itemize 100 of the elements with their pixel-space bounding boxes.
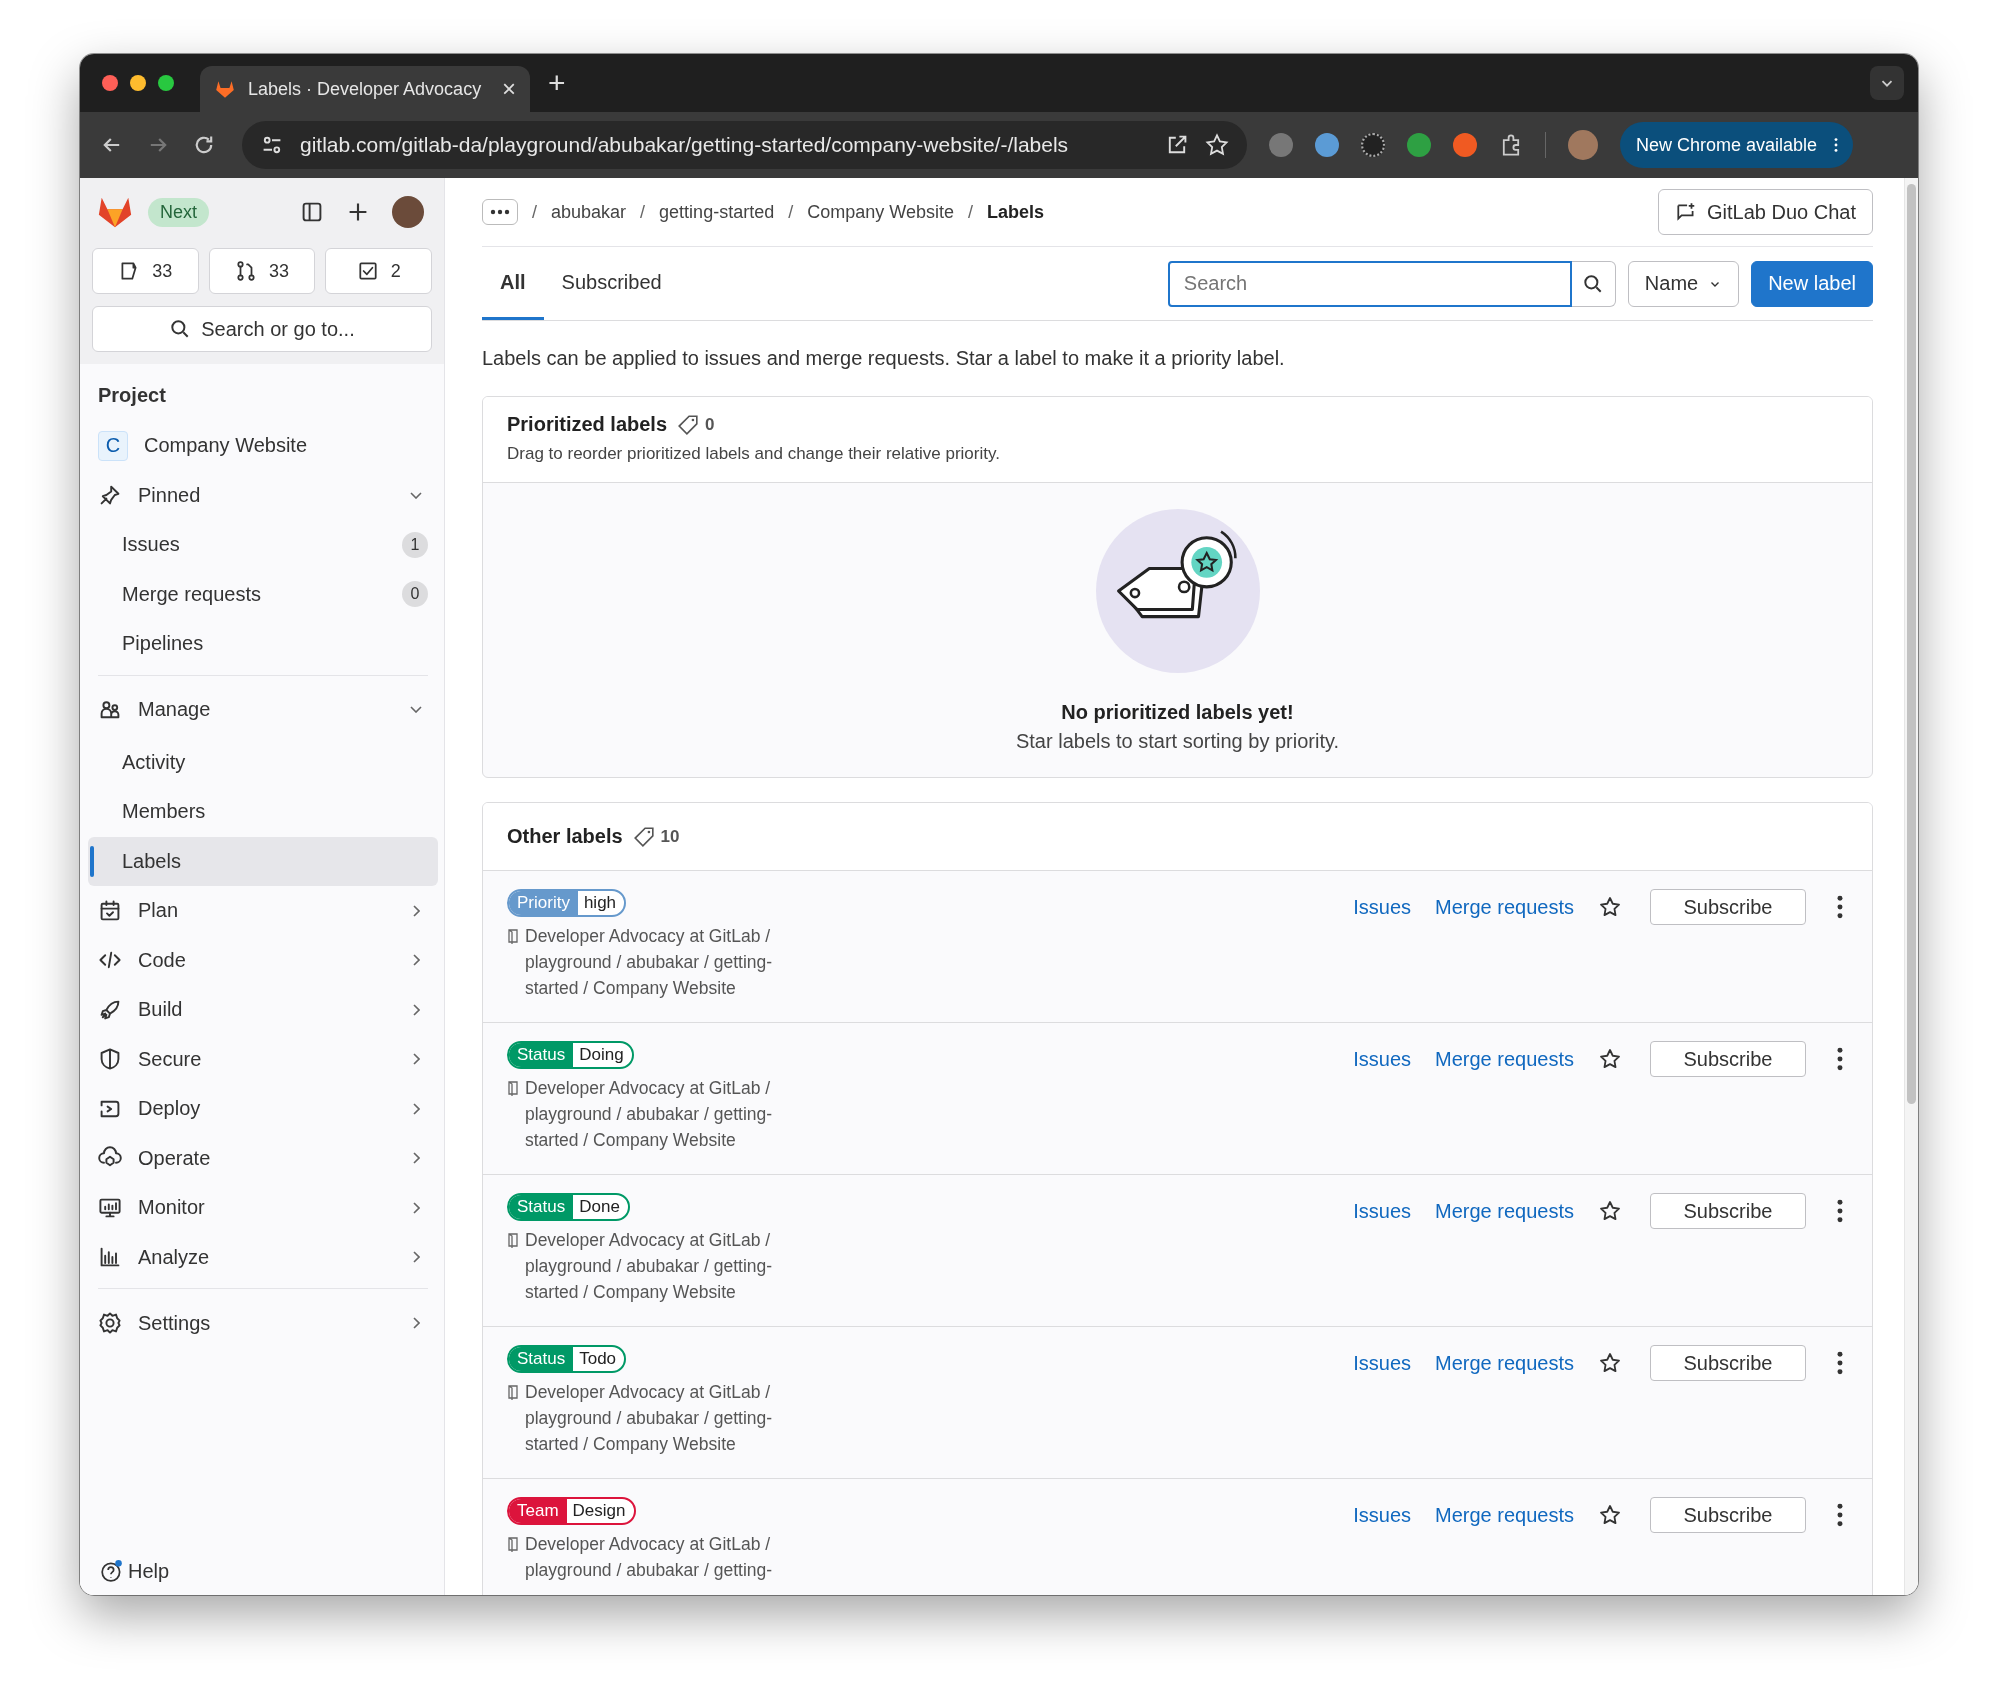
nav-item[interactable]: Labels [88, 836, 438, 886]
issues-link[interactable]: Issues [1353, 1047, 1412, 1071]
nav-group[interactable]: Analyze [88, 1232, 438, 1282]
nav-group[interactable]: Settings [98, 1288, 428, 1351]
breadcrumb-link[interactable]: getting-started [659, 201, 775, 223]
counter-button[interactable]: 2 [325, 248, 432, 294]
nav-group[interactable]: Deploy [88, 1084, 438, 1134]
sidebar-toggle-icon[interactable] [300, 200, 324, 224]
help-icon [100, 1559, 124, 1583]
nav-item[interactable]: Pipelines [88, 619, 438, 669]
merge-requests-link[interactable]: Merge requests [1435, 1503, 1574, 1527]
calendar-icon [98, 898, 122, 923]
issues-link[interactable]: Issues [1353, 895, 1412, 919]
extension-icon[interactable] [1361, 133, 1385, 157]
star-icon[interactable] [1598, 1351, 1622, 1375]
ellipsis-icon [490, 209, 510, 215]
duo-chat-button[interactable]: GitLab Duo Chat [1658, 189, 1873, 235]
browser-tab[interactable]: Labels · Developer Advocacy × [200, 66, 530, 112]
subscribe-button[interactable]: Subscribe [1650, 1497, 1806, 1533]
subscribe-button[interactable]: Subscribe [1650, 889, 1806, 925]
nav-group[interactable]: Manage [98, 674, 428, 738]
breadcrumb-link[interactable]: Company Website [807, 201, 954, 223]
subscribe-button[interactable]: Subscribe [1650, 1193, 1806, 1229]
scoped-label[interactable]: Status Done [507, 1193, 630, 1221]
nav-group[interactable]: Build [88, 985, 438, 1035]
search-button[interactable] [1571, 260, 1616, 307]
issues-link[interactable]: Issues [1353, 1351, 1412, 1375]
more-options-icon[interactable] [1836, 1198, 1844, 1224]
label-path: Developer Advocacy at GitLab / playground / abubakar / getting-started / Company Website [525, 925, 774, 1000]
issues-link[interactable]: Issues [1353, 1199, 1412, 1223]
scoped-label[interactable]: Priority high [507, 889, 627, 917]
star-icon[interactable] [1598, 895, 1622, 919]
star-icon[interactable] [1598, 1199, 1622, 1223]
nav-group[interactable]: Operate [88, 1133, 438, 1183]
counter-button[interactable]: 33 [208, 248, 316, 294]
help-button[interactable]: Help [88, 1559, 438, 1583]
more-breadcrumbs-button[interactable] [482, 199, 518, 225]
new-tab-button[interactable]: + [548, 66, 566, 100]
more-options-icon[interactable] [1836, 1502, 1844, 1528]
profile-avatar[interactable] [1568, 130, 1598, 160]
scoped-label[interactable]: Status Doing [507, 1041, 634, 1069]
todo-icon [356, 260, 379, 282]
nav-item[interactable]: Merge requests 0 [88, 569, 438, 619]
subscribe-button[interactable]: Subscribe [1650, 1345, 1806, 1381]
section-heading: Project [97, 383, 167, 408]
card-description: Drag to reorder prioritized labels and change their relative priority. [507, 444, 1001, 464]
issues-link[interactable]: Issues [1353, 1503, 1412, 1527]
new-label-button[interactable]: New label [1751, 260, 1873, 307]
bookmark-star-icon[interactable] [1205, 133, 1229, 157]
tab-search-button[interactable] [1870, 66, 1904, 100]
user-avatar[interactable] [392, 196, 424, 228]
more-options-icon[interactable] [1836, 1046, 1844, 1072]
merge-requests-link[interactable]: Merge requests [1435, 1199, 1574, 1223]
update-chrome-button[interactable]: New Chrome available [1620, 122, 1854, 168]
label-path: Developer Advocacy at GitLab / playground / abubakar / getting- [525, 1533, 774, 1582]
merge-requests-link[interactable]: Merge requests [1435, 895, 1574, 919]
star-icon[interactable] [1598, 1047, 1622, 1071]
nav-item[interactable]: Activity [88, 737, 438, 787]
search-button[interactable]: Search or go to... [92, 306, 432, 352]
scrollbar[interactable] [1904, 178, 1918, 1595]
project-link[interactable]: C Company Website [88, 421, 438, 471]
merge-requests-link[interactable]: Merge requests [1435, 1047, 1574, 1071]
subscribe-button[interactable]: Subscribe [1650, 1041, 1806, 1077]
extension-icon[interactable] [1453, 133, 1477, 157]
nav-group[interactable]: Monitor [88, 1183, 438, 1233]
scoped-label[interactable]: Team Design [507, 1497, 636, 1525]
close-window-button[interactable] [102, 75, 118, 91]
extension-icon[interactable] [1407, 133, 1431, 157]
scoped-label[interactable]: Status Todo [507, 1345, 627, 1373]
nav-group[interactable]: Plan [88, 886, 438, 936]
tab[interactable]: All [482, 247, 544, 320]
shield-icon [98, 1047, 122, 1072]
star-icon[interactable] [1598, 1503, 1622, 1527]
counter-button[interactable]: 33 [92, 248, 199, 294]
more-options-icon[interactable] [1836, 1350, 1844, 1376]
nav-group[interactable]: Code [88, 935, 438, 985]
breadcrumb-link[interactable]: abubakar [551, 201, 627, 223]
more-options-icon[interactable] [1836, 894, 1844, 920]
label-path: Developer Advocacy at GitLab / playground / abubakar / getting-started / Company Website [525, 1229, 774, 1304]
nav-group[interactable]: Secure [88, 1034, 438, 1084]
merge-requests-link[interactable]: Merge requests [1435, 1351, 1574, 1375]
chat-sparkle-icon [1675, 201, 1697, 223]
nav-group[interactable]: Pinned [88, 470, 438, 520]
nav-item[interactable]: Issues 1 [88, 520, 438, 570]
settings-icon [98, 1311, 122, 1335]
nav-item[interactable]: Members [88, 787, 438, 837]
sort-dropdown[interactable]: Name [1627, 260, 1740, 307]
maximize-window-button[interactable] [158, 75, 174, 91]
label-count: 10 [660, 826, 680, 847]
extension-icon[interactable] [1315, 133, 1339, 157]
breadcrumb-link[interactable]: Labels [986, 201, 1044, 223]
url-text: gitlab.com/gitlab-da/playground/abubakar/getting-started/company-website/-/labels [300, 133, 1070, 157]
address-bar[interactable]: gitlab.com/gitlab-da/playground/abubakar/getting-started/company-website/-/labels [242, 121, 1247, 169]
empty-state-text: Star labels to start sorting by priority. [1015, 730, 1340, 753]
more-options-icon [1833, 136, 1840, 154]
minimize-window-button[interactable] [130, 75, 146, 91]
tab[interactable]: Subscribed [543, 247, 680, 320]
search-field[interactable]: Search [1167, 260, 1572, 307]
close-tab-button[interactable]: × [502, 75, 516, 103]
breadcrumb-separator: / [532, 201, 537, 223]
